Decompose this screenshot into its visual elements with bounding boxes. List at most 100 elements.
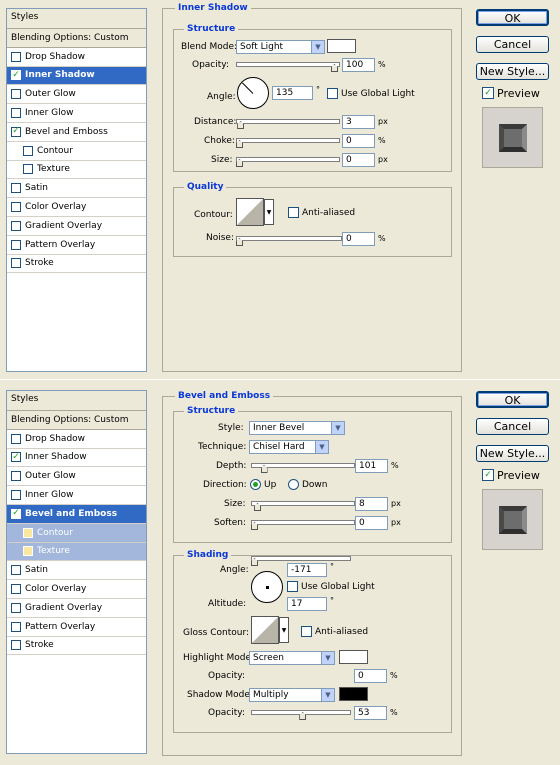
checkbox[interactable] (11, 258, 21, 269)
sidebar-item-contour[interactable]: Contour (7, 142, 146, 161)
size-input[interactable]: 0 (342, 153, 375, 167)
sidebar-item-texture[interactable]: Texture (7, 161, 146, 180)
opacity-input[interactable]: 100 (342, 58, 375, 72)
angle-dial[interactable] (251, 571, 283, 603)
sidebar-item-blending-options-custom[interactable]: Blending Options: Custom (7, 411, 146, 430)
technique-select[interactable]: Chisel Hard ▼ (249, 440, 329, 454)
preview-checkbox[interactable]: ✓ (482, 87, 494, 99)
shadow-opacity-input[interactable]: 53 (354, 706, 387, 720)
sidebar-item-inner-glow[interactable]: Inner Glow (7, 104, 146, 123)
highlight-mode-select[interactable]: Screen ▼ (249, 651, 335, 665)
contour-picker[interactable]: ▼ (236, 198, 274, 226)
angle-input[interactable]: 135 (272, 86, 313, 100)
size-slider[interactable] (236, 157, 340, 167)
checkbox[interactable] (11, 239, 21, 250)
checkbox[interactable] (11, 640, 21, 651)
shadow-opacity-slider[interactable] (251, 710, 351, 720)
checkbox[interactable] (23, 145, 33, 156)
highlight-opacity-slider[interactable] (251, 556, 351, 566)
angle-dial[interactable] (237, 77, 269, 109)
angle-input[interactable]: -171 (287, 563, 327, 577)
cancel-button[interactable]: Cancel (476, 418, 549, 435)
noise-slider[interactable] (236, 236, 342, 246)
depth-input[interactable]: 101 (355, 459, 388, 473)
checkbox[interactable] (11, 490, 21, 501)
sidebar-item-inner-shadow[interactable]: ✓ Inner Shadow (7, 449, 146, 468)
sidebar-item-texture[interactable]: Texture (7, 542, 146, 562)
checked-checkbox[interactable]: ✓ (11, 508, 21, 519)
size-input[interactable]: 8 (355, 497, 388, 511)
soften-slider[interactable] (251, 520, 355, 530)
checkbox[interactable] (23, 527, 33, 538)
altitude-input[interactable]: 17 (287, 597, 327, 611)
preview-checkbox[interactable]: ✓ (482, 469, 494, 481)
checkbox[interactable] (11, 202, 21, 213)
checkbox[interactable] (11, 602, 21, 613)
sidebar-item-color-overlay[interactable]: Color Overlay (7, 580, 146, 599)
opacity-slider-thumb[interactable] (331, 64, 338, 72)
soften-slider-thumb[interactable] (251, 522, 258, 530)
sidebar-item-outer-glow[interactable]: Outer Glow (7, 467, 146, 487)
sidebar-item-gradient-overlay[interactable]: Gradient Overlay (7, 217, 146, 236)
anti-aliased-checkbox[interactable] (301, 626, 312, 637)
direction-down-radio[interactable] (288, 479, 299, 490)
distance-slider-thumb[interactable] (237, 121, 245, 129)
checkbox[interactable] (11, 584, 21, 595)
new-style-button[interactable]: New Style... (476, 445, 549, 462)
depth-slider-thumb[interactable] (260, 465, 268, 473)
sidebar-item-stroke[interactable]: Stroke (7, 255, 146, 274)
opacity-slider[interactable] (236, 62, 340, 72)
checkbox[interactable] (11, 565, 21, 576)
ok-button[interactable]: OK (476, 9, 549, 26)
size-slider[interactable] (251, 501, 355, 511)
sidebar-item-bevel-and-emboss[interactable]: ✓ Bevel and Emboss (7, 504, 146, 524)
shadow-color-swatch[interactable] (339, 687, 368, 701)
direction-up-radio[interactable] (250, 479, 261, 490)
choke-slider-thumb[interactable] (236, 140, 243, 148)
noise-input[interactable]: 0 (342, 232, 375, 246)
ok-button[interactable]: OK (476, 391, 549, 408)
anti-aliased-checkbox[interactable] (288, 207, 299, 218)
size-slider-thumb[interactable] (236, 159, 243, 167)
checked-checkbox[interactable]: ✓ (11, 452, 21, 463)
use-global-light-checkbox[interactable] (327, 88, 338, 99)
checkbox[interactable] (11, 108, 21, 119)
sidebar-item-drop-shadow[interactable]: Drop Shadow (7, 430, 146, 449)
choke-slider[interactable] (236, 138, 340, 148)
checked-checkbox[interactable]: ✓ (11, 126, 21, 137)
checkbox[interactable] (11, 220, 21, 231)
sidebar-item-satin[interactable]: Satin (7, 561, 146, 581)
blend-mode-select[interactable]: Soft Light ▼ (236, 40, 325, 54)
chevron-down-icon[interactable]: ▼ (264, 199, 274, 225)
checkbox[interactable] (11, 183, 21, 194)
checkbox[interactable] (23, 546, 33, 557)
checkbox[interactable] (11, 471, 21, 482)
sidebar-item-satin[interactable]: Satin (7, 179, 146, 199)
sidebar-item-stroke[interactable]: Stroke (7, 637, 146, 656)
checkbox[interactable] (11, 89, 21, 100)
gloss-contour-picker[interactable]: ▼ (251, 616, 289, 644)
cancel-button[interactable]: Cancel (476, 36, 549, 53)
shadow-mode-select[interactable]: Multiply ▼ (249, 688, 335, 702)
chevron-down-icon[interactable]: ▼ (279, 617, 289, 643)
checkbox[interactable] (11, 433, 21, 444)
highlight-opacity-slider-thumb[interactable] (251, 558, 258, 566)
shadow-opacity-slider-thumb[interactable] (299, 712, 307, 720)
sidebar-item-inner-shadow[interactable]: ✓ Inner Shadow (7, 66, 146, 86)
sidebar-item-pattern-overlay[interactable]: Pattern Overlay (7, 236, 146, 255)
style-select[interactable]: Inner Bevel ▼ (249, 421, 345, 435)
soften-input[interactable]: 0 (355, 516, 388, 530)
checked-checkbox[interactable]: ✓ (11, 70, 21, 81)
sidebar-item-blending-options-custom[interactable]: Blending Options: Custom (7, 29, 146, 48)
distance-input[interactable]: 3 (342, 115, 375, 129)
new-style-button[interactable]: New Style... (476, 63, 549, 80)
sidebar-item-drop-shadow[interactable]: Drop Shadow (7, 48, 146, 67)
size-slider-thumb[interactable] (254, 503, 262, 511)
depth-slider[interactable] (251, 463, 355, 473)
sidebar-item-gradient-overlay[interactable]: Gradient Overlay (7, 599, 146, 618)
blend-color-swatch[interactable] (327, 39, 356, 53)
checkbox[interactable] (11, 621, 21, 632)
sidebar-item-inner-glow[interactable]: Inner Glow (7, 486, 146, 505)
distance-slider[interactable] (236, 119, 340, 129)
sidebar-item-contour[interactable]: Contour (7, 523, 146, 543)
